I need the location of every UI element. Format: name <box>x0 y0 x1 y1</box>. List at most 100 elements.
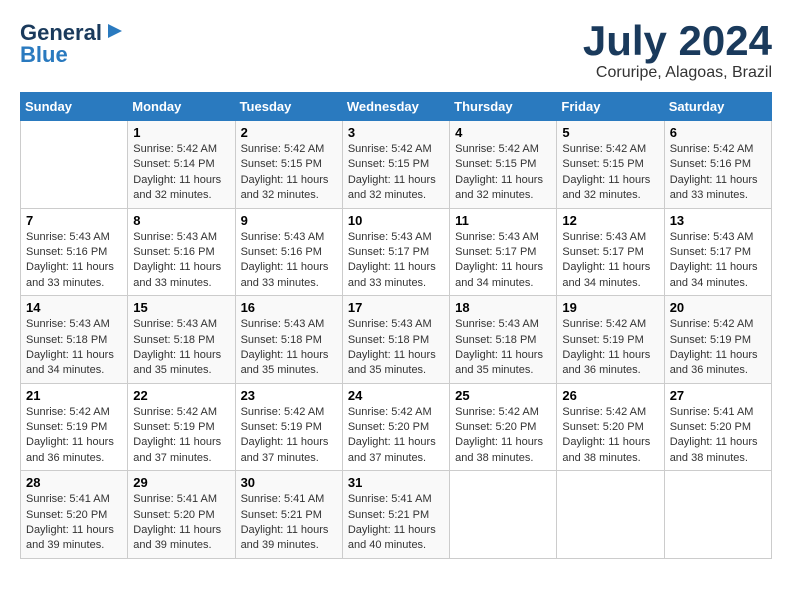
weekday-header: Tuesday <box>235 93 342 121</box>
day-number: 19 <box>562 300 658 315</box>
calendar-body: 1 Sunrise: 5:42 AMSunset: 5:14 PMDaylight… <box>21 121 772 559</box>
day-info: Sunrise: 5:43 AMSunset: 5:18 PMDaylight:… <box>241 317 337 379</box>
logo-blue: Blue <box>20 42 68 68</box>
calendar-cell: 15Sunrise: 5:43 AMSunset: 5:18 PMDayligh… <box>128 296 235 384</box>
day-number: 20 <box>670 300 766 315</box>
calendar-cell: 10 Sunrise: 5:43 AMSunset: 5:17 PMDayligh… <box>342 208 449 296</box>
day-number: 12 <box>562 213 658 228</box>
day-info: Sunrise: 5:43 AMSunset: 5:17 PMDaylight:… <box>455 230 551 292</box>
logo: General Blue <box>20 20 126 68</box>
day-info: Sunrise: 5:43 AMSunset: 5:17 PMDaylight:… <box>670 230 766 292</box>
day-info: Sunrise: 5:41 AMSunset: 5:20 PMDaylight:… <box>26 492 122 554</box>
calendar-cell: 26 Sunrise: 5:42 AMSunset: 5:20 PMDayligh… <box>557 383 664 471</box>
weekday-header: Friday <box>557 93 664 121</box>
day-number: 18 <box>455 300 551 315</box>
day-info: Sunrise: 5:42 AMSunset: 5:20 PMDaylight:… <box>562 405 658 467</box>
day-info: Sunrise: 5:42 AMSunset: 5:19 PMDaylight:… <box>133 405 229 467</box>
day-info: Sunrise: 5:42 AMSunset: 5:16 PMDaylight:… <box>670 142 766 204</box>
calendar-week-row: 7 Sunrise: 5:43 AMSunset: 5:16 PMDaylight… <box>21 208 772 296</box>
title-block: July 2024 Coruripe, Alagoas, Brazil <box>583 20 772 82</box>
day-info: Sunrise: 5:43 AMSunset: 5:16 PMDaylight:… <box>133 230 229 292</box>
weekday-row: SundayMondayTuesdayWednesdayThursdayFrid… <box>21 93 772 121</box>
calendar-cell: 4 Sunrise: 5:42 AMSunset: 5:15 PMDaylight… <box>450 121 557 209</box>
calendar-cell: 19 Sunrise: 5:42 AMSunset: 5:19 PMDayligh… <box>557 296 664 384</box>
day-info: Sunrise: 5:41 AMSunset: 5:20 PMDaylight:… <box>670 405 766 467</box>
calendar-cell: 7 Sunrise: 5:43 AMSunset: 5:16 PMDaylight… <box>21 208 128 296</box>
calendar-cell: 5 Sunrise: 5:42 AMSunset: 5:15 PMDaylight… <box>557 121 664 209</box>
weekday-header: Saturday <box>664 93 771 121</box>
day-number: 3 <box>348 125 444 140</box>
day-number: 25 <box>455 388 551 403</box>
day-info: Sunrise: 5:42 AMSunset: 5:20 PMDaylight:… <box>348 405 444 467</box>
day-number: 16 <box>241 300 337 315</box>
calendar-cell: 28 Sunrise: 5:41 AMSunset: 5:20 PMDayligh… <box>21 471 128 559</box>
weekday-header: Thursday <box>450 93 557 121</box>
day-number: 26 <box>562 388 658 403</box>
day-number: 5 <box>562 125 658 140</box>
day-info: Sunrise: 5:41 AMSunset: 5:20 PMDaylight:… <box>133 492 229 554</box>
day-number: 13 <box>670 213 766 228</box>
calendar-header: SundayMondayTuesdayWednesdayThursdayFrid… <box>21 93 772 121</box>
day-info: Sunrise: 5:42 AMSunset: 5:19 PMDaylight:… <box>562 317 658 379</box>
day-info: Sunrise: 5:43 AMSunset: 5:16 PMDaylight:… <box>26 230 122 292</box>
day-info: Sunrise: 5:43 AMSunset: 5:17 PMDaylight:… <box>348 230 444 292</box>
calendar-cell <box>664 471 771 559</box>
day-info: Sunrise: 5:42 AMSunset: 5:15 PMDaylight:… <box>348 142 444 204</box>
page-header: General Blue July 2024 Coruripe, Alagoas… <box>20 20 772 82</box>
calendar-cell <box>557 471 664 559</box>
calendar-table: SundayMondayTuesdayWednesdayThursdayFrid… <box>20 92 772 559</box>
calendar-cell: 23 Sunrise: 5:42 AMSunset: 5:19 PMDayligh… <box>235 383 342 471</box>
calendar-week-row: 21Sunrise: 5:42 AMSunset: 5:19 PMDayligh… <box>21 383 772 471</box>
weekday-header: Sunday <box>21 93 128 121</box>
calendar-cell: 30 Sunrise: 5:41 AMSunset: 5:21 PMDayligh… <box>235 471 342 559</box>
calendar-cell: 12 Sunrise: 5:43 AMSunset: 5:17 PMDayligh… <box>557 208 664 296</box>
calendar-cell <box>21 121 128 209</box>
day-info: Sunrise: 5:42 AMSunset: 5:19 PMDaylight:… <box>26 405 122 467</box>
day-info: Sunrise: 5:42 AMSunset: 5:15 PMDaylight:… <box>562 142 658 204</box>
day-number: 30 <box>241 475 337 490</box>
day-number: 22 <box>133 388 229 403</box>
day-info: Sunrise: 5:42 AMSunset: 5:20 PMDaylight:… <box>455 405 551 467</box>
calendar-cell: 27Sunrise: 5:41 AMSunset: 5:20 PMDayligh… <box>664 383 771 471</box>
day-number: 4 <box>455 125 551 140</box>
calendar-cell: 6Sunrise: 5:42 AMSunset: 5:16 PMDaylight… <box>664 121 771 209</box>
day-info: Sunrise: 5:42 AMSunset: 5:14 PMDaylight:… <box>133 142 229 204</box>
day-number: 2 <box>241 125 337 140</box>
day-info: Sunrise: 5:41 AMSunset: 5:21 PMDaylight:… <box>241 492 337 554</box>
day-info: Sunrise: 5:43 AMSunset: 5:18 PMDaylight:… <box>348 317 444 379</box>
day-info: Sunrise: 5:43 AMSunset: 5:18 PMDaylight:… <box>26 317 122 379</box>
calendar-cell: 29 Sunrise: 5:41 AMSunset: 5:20 PMDayligh… <box>128 471 235 559</box>
day-info: Sunrise: 5:43 AMSunset: 5:17 PMDaylight:… <box>562 230 658 292</box>
day-number: 8 <box>133 213 229 228</box>
location-subtitle: Coruripe, Alagoas, Brazil <box>583 64 772 82</box>
day-number: 7 <box>26 213 122 228</box>
day-info: Sunrise: 5:43 AMSunset: 5:18 PMDaylight:… <box>455 317 551 379</box>
calendar-cell: 8 Sunrise: 5:43 AMSunset: 5:16 PMDaylight… <box>128 208 235 296</box>
calendar-cell: 31Sunrise: 5:41 AMSunset: 5:21 PMDayligh… <box>342 471 449 559</box>
calendar-cell: 22 Sunrise: 5:42 AMSunset: 5:19 PMDayligh… <box>128 383 235 471</box>
day-number: 24 <box>348 388 444 403</box>
day-info: Sunrise: 5:42 AMSunset: 5:19 PMDaylight:… <box>670 317 766 379</box>
calendar-cell: 11 Sunrise: 5:43 AMSunset: 5:17 PMDayligh… <box>450 208 557 296</box>
day-info: Sunrise: 5:42 AMSunset: 5:15 PMDaylight:… <box>455 142 551 204</box>
day-number: 9 <box>241 213 337 228</box>
calendar-cell: 2 Sunrise: 5:42 AMSunset: 5:15 PMDaylight… <box>235 121 342 209</box>
day-number: 1 <box>133 125 229 140</box>
day-number: 23 <box>241 388 337 403</box>
day-number: 29 <box>133 475 229 490</box>
day-number: 17 <box>348 300 444 315</box>
calendar-week-row: 28 Sunrise: 5:41 AMSunset: 5:20 PMDayligh… <box>21 471 772 559</box>
day-info: Sunrise: 5:42 AMSunset: 5:19 PMDaylight:… <box>241 405 337 467</box>
day-number: 11 <box>455 213 551 228</box>
day-info: Sunrise: 5:42 AMSunset: 5:15 PMDaylight:… <box>241 142 337 204</box>
calendar-cell: 1 Sunrise: 5:42 AMSunset: 5:14 PMDaylight… <box>128 121 235 209</box>
day-info: Sunrise: 5:41 AMSunset: 5:21 PMDaylight:… <box>348 492 444 554</box>
calendar-cell: 18 Sunrise: 5:43 AMSunset: 5:18 PMDayligh… <box>450 296 557 384</box>
calendar-cell: 14Sunrise: 5:43 AMSunset: 5:18 PMDayligh… <box>21 296 128 384</box>
day-number: 10 <box>348 213 444 228</box>
calendar-cell: 21Sunrise: 5:42 AMSunset: 5:19 PMDayligh… <box>21 383 128 471</box>
day-number: 28 <box>26 475 122 490</box>
calendar-cell: 16 Sunrise: 5:43 AMSunset: 5:18 PMDayligh… <box>235 296 342 384</box>
day-number: 15 <box>133 300 229 315</box>
month-year-title: July 2024 <box>583 20 772 62</box>
